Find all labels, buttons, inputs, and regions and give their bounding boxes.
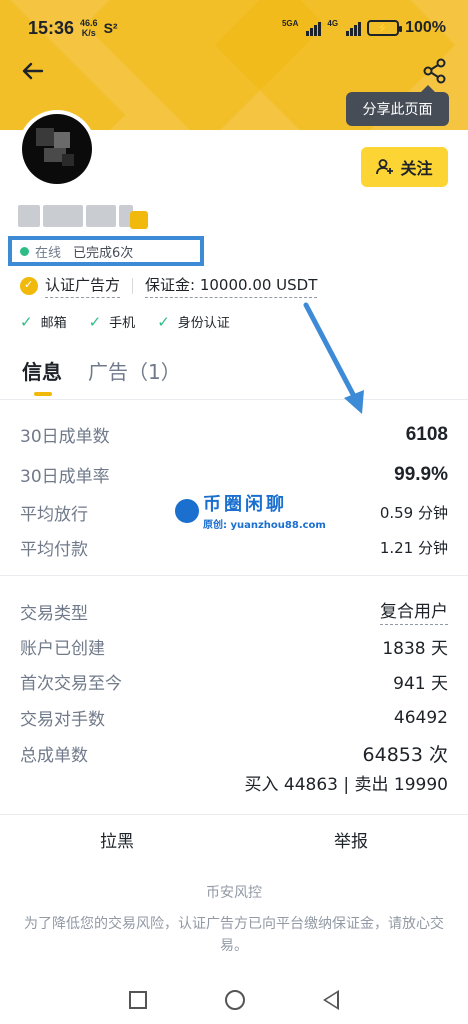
check-icon: ✓ bbox=[157, 312, 170, 331]
buy-sell-value: 买入 44863 | 卖出 19990 bbox=[244, 775, 448, 795]
stat-label: 平均放行 bbox=[20, 505, 88, 525]
detail-first-trade: 首次交易至今 941 天 bbox=[20, 669, 448, 694]
action-bar: 拉黑 举报 bbox=[0, 814, 468, 864]
battery-icon: ⚡ bbox=[367, 20, 403, 36]
detail-label: 总成单数 bbox=[20, 746, 88, 766]
back-arrow-icon[interactable] bbox=[18, 56, 48, 86]
back-nav-icon[interactable] bbox=[323, 990, 339, 1010]
check-identity-label: 身份认证 bbox=[177, 316, 230, 331]
detail-label: 交易类型 bbox=[20, 603, 88, 624]
vip-icon bbox=[130, 211, 148, 229]
verified-badge-icon bbox=[20, 277, 38, 295]
risk-title: 币安风控 bbox=[206, 885, 262, 901]
stat-value: 6108 bbox=[405, 423, 448, 445]
check-icon: ✓ bbox=[88, 312, 102, 331]
watermark-text: 币圈闲聊 原创: yuanzhou88.com bbox=[203, 490, 326, 531]
status-indicators: 5GA 4G ⚡ 100% bbox=[282, 19, 446, 37]
signal-label: 4G bbox=[327, 19, 339, 28]
stat-value: 99.9% bbox=[394, 463, 448, 485]
stat-rate-30d: 30日成单率 99.9% bbox=[20, 462, 448, 488]
nickname-blurred bbox=[18, 202, 133, 230]
deposit-label[interactable]: 保证金: 10000.00 USDT bbox=[145, 274, 318, 298]
detail-counterparts: 交易对手数 46492 bbox=[20, 705, 448, 731]
tab-info[interactable]: 信息 bbox=[22, 356, 62, 396]
block-button[interactable]: 拉黑 bbox=[0, 815, 234, 864]
check-phone: ✓ 手机 bbox=[88, 312, 136, 332]
detail-label: 账户已创建 bbox=[20, 639, 105, 659]
stat-avg-pay: 平均付款 1.21 分钟 bbox=[20, 535, 448, 560]
detail-trade-type: 交易类型 复合用户 bbox=[20, 597, 448, 625]
detail-account-created: 账户已创建 1838 天 bbox=[20, 634, 448, 659]
detail-label: 交易对手数 bbox=[20, 710, 105, 730]
verified-row: 认证广告方 保证金: 10000.00 USDT bbox=[20, 274, 318, 298]
stat-value: 0.59 分钟 bbox=[379, 504, 448, 522]
stat-value: 1.21 分钟 bbox=[379, 539, 448, 557]
tab-ads[interactable]: 广告（1） bbox=[88, 356, 181, 385]
divider bbox=[132, 278, 134, 294]
detail-value: 64853 次 bbox=[362, 744, 448, 766]
avatar-image bbox=[22, 114, 92, 184]
verification-checks: ✓ 邮箱 ✓ 手机 ✓ 身份认证 bbox=[20, 312, 246, 332]
status-bar: 15:36 46.6 K/s S² 5GA 4G ⚡ 100% bbox=[0, 0, 468, 56]
network-speed: 46.6 K/s bbox=[80, 18, 98, 38]
notification-icon: S² bbox=[103, 20, 118, 36]
watermark-title: 币圈闲聊 bbox=[203, 494, 287, 515]
completed-count: 已完成6次 bbox=[73, 245, 134, 261]
online-dot-icon bbox=[20, 246, 29, 256]
signal-label: 5GA bbox=[281, 19, 299, 28]
detail-buy-sell: 买入 44863 | 卖出 19990 bbox=[20, 770, 448, 795]
check-identity: ✓ 身份认证 bbox=[157, 312, 230, 332]
watermark-logo-icon bbox=[175, 498, 199, 523]
detail-value: 1838 天 bbox=[382, 639, 448, 659]
risk-description: 为了降低您的交易风险，认证广告方已向平台缴纳保证金，请放心交易。 bbox=[24, 916, 444, 954]
stat-label: 30日成单率 bbox=[20, 467, 110, 487]
online-status-highlight: 在线 已完成6次 bbox=[8, 236, 204, 266]
avatar bbox=[18, 110, 96, 188]
detail-value[interactable]: 复合用户 bbox=[380, 597, 448, 625]
home-icon[interactable] bbox=[225, 990, 245, 1010]
network-speed-value: 46.6 bbox=[80, 18, 98, 28]
online-label: 在线 bbox=[35, 245, 62, 261]
detail-value: 941 天 bbox=[393, 674, 448, 694]
signal-icon bbox=[306, 20, 322, 36]
section-divider bbox=[0, 575, 468, 576]
stat-label: 平均付款 bbox=[20, 540, 88, 560]
check-phone-label: 手机 bbox=[109, 316, 136, 331]
annotation-arrow-icon bbox=[303, 302, 364, 414]
detail-label: 首次交易至今 bbox=[20, 674, 122, 694]
follow-button[interactable]: 关注 bbox=[361, 147, 448, 187]
share-icon[interactable] bbox=[420, 56, 450, 86]
network-speed-unit: K/s bbox=[81, 28, 96, 38]
watermark-subtitle: 原创: yuanzhou88.com bbox=[203, 520, 326, 531]
tab-bar: 信息 广告（1） bbox=[22, 356, 181, 396]
stat-label: 30日成单数 bbox=[20, 427, 110, 447]
watermark: 币圈闲聊 原创: yuanzhou88.com bbox=[175, 490, 326, 531]
check-icon: ✓ bbox=[20, 312, 33, 331]
share-tooltip: 分享此页面 bbox=[346, 85, 449, 126]
add-user-icon bbox=[376, 159, 394, 175]
verified-advertiser-label[interactable]: 认证广告方 bbox=[45, 274, 121, 298]
recent-apps-icon[interactable] bbox=[129, 991, 147, 1009]
check-email: ✓ 邮箱 bbox=[20, 312, 67, 332]
status-time: 15:36 bbox=[28, 17, 75, 38]
detail-total-orders: 总成单数 64853 次 bbox=[20, 740, 448, 767]
system-nav-bar bbox=[0, 976, 468, 1024]
report-button[interactable]: 举报 bbox=[234, 815, 468, 864]
check-email-label: 邮箱 bbox=[40, 316, 67, 331]
detail-value: 46492 bbox=[393, 707, 448, 728]
battery-percent: 100% bbox=[405, 19, 446, 36]
tab-divider bbox=[0, 399, 468, 400]
stat-orders-30d: 30日成单数 6108 bbox=[20, 422, 448, 448]
follow-label: 关注 bbox=[400, 159, 433, 178]
signal-icon bbox=[346, 20, 362, 36]
